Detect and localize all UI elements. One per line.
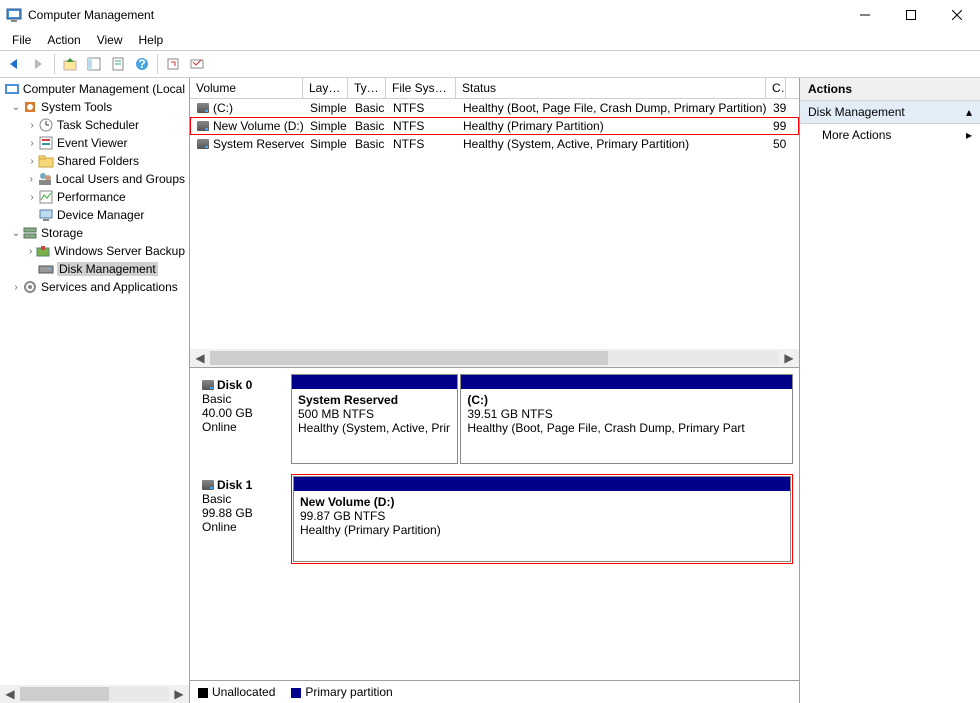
disk-icon: [202, 380, 214, 390]
disk-row: Disk 1Basic99.88 GBOnlineNew Volume (D:)…: [196, 474, 793, 564]
legend-primary: Primary partition: [305, 685, 392, 699]
tree-h-scrollbar[interactable]: ◀▶: [0, 685, 189, 703]
volume-row[interactable]: System ReservedSimpleBasicNTFSHealthy (S…: [190, 135, 799, 153]
volume-row[interactable]: (C:)SimpleBasicNTFSHealthy (Boot, Page F…: [190, 99, 799, 117]
up-button[interactable]: [59, 53, 81, 75]
volume-list-header[interactable]: Volume Layout Type File System Status C: [190, 78, 799, 99]
menu-bar: File Action View Help: [0, 30, 980, 50]
disk-row: Disk 0Basic40.00 GBOnlineSystem Reserved…: [196, 374, 793, 464]
drive-icon: [197, 103, 209, 113]
menu-file[interactable]: File: [4, 31, 39, 49]
menu-action[interactable]: Action: [39, 31, 88, 49]
tree-performance[interactable]: ›Performance: [0, 188, 189, 206]
volume-list: Volume Layout Type File System Status C …: [190, 78, 799, 368]
col-fs[interactable]: File System: [386, 78, 456, 98]
drive-icon: [197, 121, 209, 131]
app-icon: [6, 7, 22, 23]
tree-shared-folders[interactable]: ›Shared Folders: [0, 152, 189, 170]
show-hide-tree-button[interactable]: [83, 53, 105, 75]
svg-text:?: ?: [138, 57, 145, 71]
maximize-button[interactable]: [888, 0, 934, 30]
collapse-icon: ▴: [966, 105, 972, 119]
title-bar: Computer Management: [0, 0, 980, 30]
volume-row[interactable]: New Volume (D:)SimpleBasicNTFSHealthy (P…: [190, 117, 799, 135]
actions-title: Actions: [800, 78, 980, 101]
actions-pane: Actions Disk Management▴ More Actions▸: [800, 78, 980, 703]
legend: Unallocated Primary partition: [190, 680, 799, 703]
disk-graphic-pane: Disk 0Basic40.00 GBOnlineSystem Reserved…: [190, 368, 799, 680]
window-title: Computer Management: [28, 8, 842, 22]
tree-storage[interactable]: ⌄Storage: [0, 224, 189, 242]
col-type[interactable]: Type: [348, 78, 386, 98]
minimize-button[interactable]: [842, 0, 888, 30]
close-button[interactable]: [934, 0, 980, 30]
tree-local-users[interactable]: ›Local Users and Groups: [0, 170, 189, 188]
partition[interactable]: System Reserved500 MB NTFSHealthy (Syste…: [291, 374, 458, 464]
tree-windows-backup[interactable]: ›Windows Server Backup: [0, 242, 189, 260]
volume-h-scrollbar[interactable]: ◀▶: [190, 349, 799, 367]
tree-task-scheduler[interactable]: ›Task Scheduler: [0, 116, 189, 134]
tree-device-manager[interactable]: Device Manager: [0, 206, 189, 224]
tree-event-viewer[interactable]: ›Event Viewer: [0, 134, 189, 152]
legend-unallocated: Unallocated: [212, 685, 275, 699]
partition[interactable]: (C:)39.51 GB NTFSHealthy (Boot, Page Fil…: [460, 374, 793, 464]
col-status[interactable]: Status: [456, 78, 766, 98]
properties-button[interactable]: [107, 53, 129, 75]
col-layout[interactable]: Layout: [303, 78, 348, 98]
tree-disk-management[interactable]: Disk Management: [0, 260, 189, 278]
tree-system-tools[interactable]: ⌄System Tools: [0, 98, 189, 116]
center-pane: Volume Layout Type File System Status C …: [190, 78, 800, 703]
actions-section[interactable]: Disk Management▴: [800, 101, 980, 124]
menu-view[interactable]: View: [89, 31, 131, 49]
menu-help[interactable]: Help: [131, 31, 172, 49]
col-volume[interactable]: Volume: [190, 78, 303, 98]
tree-pane: Computer Management (Local ⌄System Tools…: [0, 78, 190, 703]
forward-button[interactable]: [28, 53, 50, 75]
refresh-button[interactable]: [162, 53, 184, 75]
toolbar: ?: [0, 50, 980, 78]
disk-icon: [202, 480, 214, 490]
help-button[interactable]: ?: [131, 53, 153, 75]
tree-root[interactable]: Computer Management (Local: [0, 80, 189, 98]
col-capacity[interactable]: C: [766, 78, 786, 98]
back-button[interactable]: [4, 53, 26, 75]
actions-more[interactable]: More Actions▸: [800, 124, 980, 146]
drive-icon: [197, 139, 209, 149]
chevron-right-icon: ▸: [966, 128, 972, 142]
partition[interactable]: New Volume (D:)99.87 GB NTFSHealthy (Pri…: [293, 476, 791, 562]
settings-button[interactable]: [186, 53, 208, 75]
tree-services-apps[interactable]: ›Services and Applications: [0, 278, 189, 296]
